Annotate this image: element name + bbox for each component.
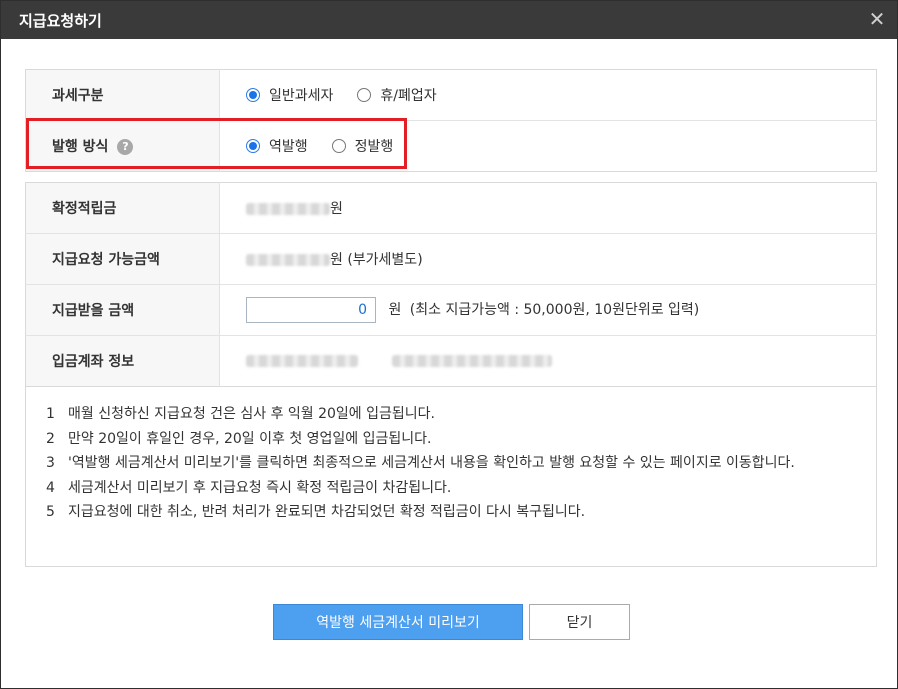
- radio-icon: [246, 87, 260, 102]
- preview-invoice-button[interactable]: 역발행 세금계산서 미리보기: [273, 604, 523, 640]
- requestable-amount-unit: 원 (부가세별도): [330, 252, 423, 268]
- account-info-row: 입금계좌 정보: [25, 335, 877, 387]
- list-item: 1 매월 신청하신 지급요청 건은 심사 후 익월 20일에 입금됩니다.: [46, 406, 435, 422]
- radio-closed-business[interactable]: 휴/폐업자: [357, 85, 437, 105]
- receive-amount-label: 지급받을 금액: [25, 284, 220, 336]
- tax-type-label: 과세구분: [25, 69, 220, 121]
- redacted-value: [246, 254, 330, 266]
- receive-amount-note: (최소 지급가능액 : 50,000원, 10원단위로 입력): [409, 302, 700, 318]
- list-item: 2 만약 20일이 휴일인 경우, 20일 이후 첫 영업일에 입금됩니다.: [46, 430, 432, 447]
- dialog-title: 지급요청하기: [19, 12, 102, 30]
- account-info-label: 입금계좌 정보: [25, 335, 220, 387]
- payout-info-table: 확정적립금 원 지급요청 가능금액 원 (부가세별도) 지급받을 금액 원 (최…: [25, 182, 877, 387]
- title-bar: 지급요청하기 ✕: [1, 1, 897, 39]
- close-button[interactable]: 닫기: [529, 604, 630, 640]
- redacted-value: [246, 355, 358, 367]
- requestable-amount-label: 지급요청 가능금액: [25, 233, 220, 285]
- close-icon[interactable]: ✕: [865, 7, 889, 31]
- receive-amount-row: 지급받을 금액 원 (최소 지급가능액 : 50,000원, 10원단위로 입력…: [25, 284, 877, 336]
- confirmed-points-unit: 원: [330, 201, 343, 217]
- highlight-box: [26, 118, 407, 169]
- receive-amount-unit: 원: [388, 302, 402, 318]
- radio-icon: [357, 87, 372, 102]
- radio-general-taxpayer[interactable]: 일반과세자: [246, 85, 333, 105]
- redacted-value: [392, 355, 553, 367]
- redacted-value: [246, 203, 330, 215]
- list-item: 3 '역발행 세금계산서 미리보기'를 클릭하면 최종적으로 세금계산서 내용을 …: [46, 455, 795, 471]
- payout-request-dialog: 지급요청하기 ✕ 과세구분 일반과세자 휴/폐업자 발행 방식 ? 역발행 정발…: [0, 0, 898, 689]
- receive-amount-input[interactable]: [246, 297, 376, 323]
- requestable-amount-row: 지급요청 가능금액 원 (부가세별도): [25, 233, 877, 285]
- confirmed-points-label: 확정적립금: [25, 182, 220, 234]
- confirmed-points-row: 확정적립금 원: [25, 182, 877, 234]
- list-item: 4 세금계산서 미리보기 후 지급요청 즉시 확정 적립금이 차감됩니다.: [46, 479, 452, 496]
- notice-box: 1 매월 신청하신 지급요청 건은 심사 후 익월 20일에 입금됩니다. 2 만약…: [25, 386, 877, 567]
- tax-type-row: 과세구분 일반과세자 휴/폐업자: [25, 69, 877, 121]
- notice-list: 1 매월 신청하신 지급요청 건은 심사 후 익월 20일에 입금됩니다. 2 만약…: [26, 386, 876, 525]
- tax-type-radio-group: 일반과세자 휴/폐업자: [246, 85, 461, 105]
- list-item: 5 지급요청에 대한 취소, 반려 처리가 완료되면 차감되었던 확정 적립금이 …: [46, 504, 586, 520]
